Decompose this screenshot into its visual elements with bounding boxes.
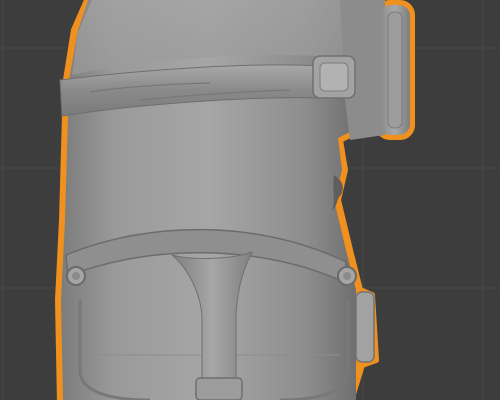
3d-viewport[interactable] (0, 0, 500, 400)
goggle-lens-edge (387, 11, 403, 129)
viewport-canvas[interactable] (0, 0, 500, 400)
selected-mesh-object[interactable] (55, 0, 415, 400)
overalls-button-left-center (72, 272, 80, 280)
strap-buckle-inner (319, 62, 349, 92)
side-clip (355, 291, 375, 363)
tube-cap (195, 377, 243, 400)
overalls-button-right-center (343, 272, 351, 280)
